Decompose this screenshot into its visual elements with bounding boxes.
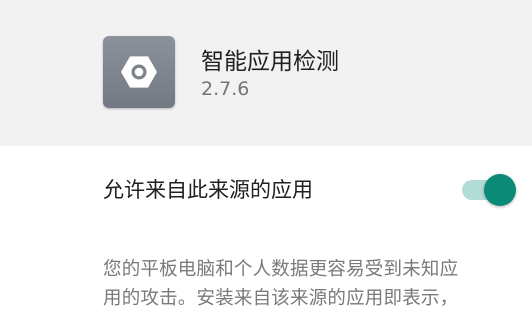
security-warning-text: 您的平板电脑和个人数据更容易受到未知应 用的攻击。安装来自该来源的应用即表示，: [103, 255, 532, 313]
app-version: 2.7.6: [201, 78, 250, 100]
gear-icon: [120, 56, 158, 88]
app-header: 智能应用检测 2.7.6: [0, 0, 532, 146]
description-line-1: 您的平板电脑和个人数据更容易受到未知应: [103, 259, 459, 280]
install-unknown-apps-page: 智能应用检测 2.7.6 允许来自此来源的应用 您的平板电脑和个人数据更容易受到…: [0, 0, 532, 316]
app-icon: [103, 36, 175, 108]
toggle-thumb: [484, 174, 516, 206]
allow-source-setting-row[interactable]: 允许来自此来源的应用: [0, 146, 532, 232]
allow-source-label: 允许来自此来源的应用: [103, 178, 313, 202]
description-line-2: 用的攻击。安装来自该来源的应用即表示，: [103, 288, 459, 309]
app-name: 智能应用检测: [201, 49, 339, 75]
allow-source-toggle[interactable]: [462, 172, 518, 208]
